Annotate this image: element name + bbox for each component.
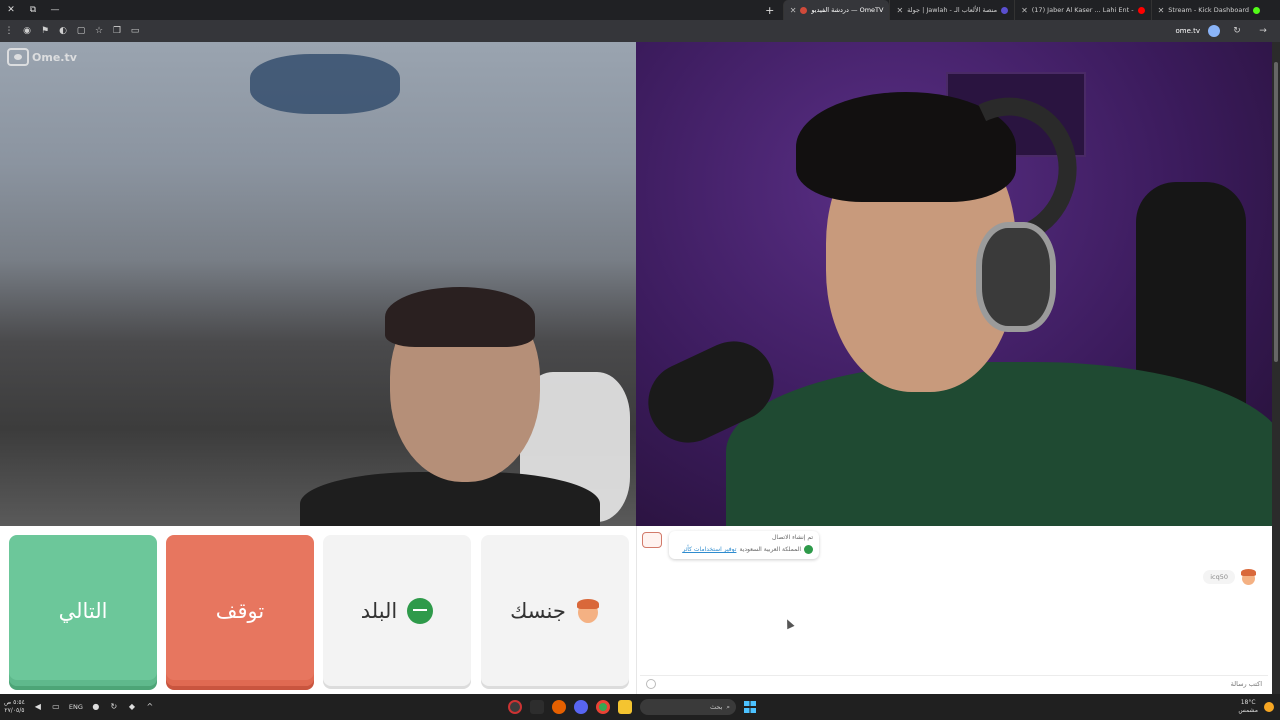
url-text[interactable]: ome.tv xyxy=(1175,27,1200,35)
extension-icon[interactable]: ⚑ xyxy=(36,26,54,36)
close-window-icon[interactable]: ✕ xyxy=(0,0,22,20)
weather-desc: مشمس xyxy=(1238,707,1258,714)
stranger-video: Ome.tv xyxy=(0,42,636,526)
tab-jawlah[interactable]: ✕ جولة | Jawlah - منصة الألعاب الـ xyxy=(889,0,1014,20)
country-label: البلد xyxy=(360,598,398,623)
reload-icon[interactable]: ↻ xyxy=(1228,26,1246,36)
tab-title: دردشة الفيديو — OmeTV xyxy=(811,6,884,14)
ometv-logo-icon xyxy=(7,48,29,66)
next-button[interactable]: التالي xyxy=(9,535,157,686)
video-background xyxy=(250,54,400,114)
taskbar-search[interactable]: بحث ⌕ xyxy=(640,699,736,715)
stop-button[interactable]: توقف xyxy=(166,535,314,686)
scrollbar-thumb[interactable] xyxy=(1274,62,1278,362)
clock-date: ٢٧/٠٥/٥ xyxy=(4,707,25,714)
tab-list: + ✕ دردشة الفيديو — OmeTV ✕ جولة | Jawla… xyxy=(761,0,1266,20)
taskbar-app-icon[interactable] xyxy=(530,700,544,714)
new-tab-button[interactable]: + xyxy=(761,4,779,17)
network-icon[interactable]: ▭ xyxy=(51,702,61,712)
tab-ometv[interactable]: ✕ دردشة الفيديو — OmeTV xyxy=(782,0,890,20)
chat-panel: تم إنشاء الاتصال توفير استخدامات كأثر ال… xyxy=(636,526,1272,694)
stranger-username: icq50 xyxy=(1203,570,1235,584)
tab-favicon-icon xyxy=(800,6,808,14)
clock-time: ٥:٥٤ ص xyxy=(4,699,25,706)
next-label: التالي xyxy=(58,598,108,623)
address-bar: ⋮ ◉ ⚑ ◐ ▢ ☆ ❐ ▭ ome.tv ↻ → xyxy=(0,20,1280,42)
volume-icon[interactable]: ◀ xyxy=(33,702,43,712)
country-button[interactable]: البلد xyxy=(323,535,471,686)
menu-dots-icon[interactable]: ⋮ xyxy=(0,26,18,36)
firefox-app-icon[interactable] xyxy=(552,700,566,714)
chevron-up-icon[interactable]: ^ xyxy=(145,702,155,712)
tab-favicon-icon xyxy=(1001,6,1009,14)
file-explorer-icon[interactable] xyxy=(618,700,632,714)
windows-start-icon[interactable] xyxy=(744,701,756,713)
discord-app-icon[interactable] xyxy=(574,700,588,714)
site-info-icon[interactable] xyxy=(1208,25,1220,37)
forward-arrow-icon[interactable]: → xyxy=(1254,26,1272,36)
emoji-icon[interactable] xyxy=(646,678,656,689)
extensions-puzzle-icon[interactable]: ▢ xyxy=(72,26,90,36)
ometv-logo: Ome.tv xyxy=(7,48,77,66)
taskbar-clock[interactable]: ٥:٥٤ ص ٢٧/٠٥/٥ xyxy=(4,699,25,715)
close-tab-icon[interactable]: ✕ xyxy=(790,6,797,15)
close-tab-icon[interactable]: ✕ xyxy=(896,6,903,15)
obs-app-icon[interactable] xyxy=(508,700,522,714)
male-face-icon xyxy=(1241,569,1256,585)
bookmark-star-icon[interactable]: ☆ xyxy=(90,26,108,36)
headphones xyxy=(976,222,1056,332)
saudi-flag-icon xyxy=(407,597,434,624)
tab-youtube[interactable]: ✕ (17) Jaber Al Kaser ... Lahi Ent - xyxy=(1014,0,1151,20)
chrome-app-icon[interactable] xyxy=(596,700,610,714)
message-input[interactable] xyxy=(702,679,1262,688)
system-message: تم إنشاء الاتصال توفير استخدامات كأثر ال… xyxy=(669,531,819,559)
gender-label: جنسك xyxy=(510,598,566,623)
tab-title: Stream - Kick Dashboard xyxy=(1168,6,1249,14)
close-tab-icon[interactable]: ✕ xyxy=(1158,6,1165,15)
stranger-person xyxy=(385,287,535,347)
chat-input-bar xyxy=(640,675,1268,691)
ometv-avatar-icon xyxy=(642,532,662,548)
controls-row: التالي توقف البلد جنسك xyxy=(0,526,636,694)
system-message-link[interactable]: توفير استخدامات كأثر xyxy=(682,546,736,553)
search-placeholder: بحث xyxy=(709,703,723,711)
male-face-icon xyxy=(576,598,600,624)
saudi-flag-icon xyxy=(804,545,813,554)
stop-label: توقف xyxy=(215,598,265,623)
stranger-info: icq50 xyxy=(1203,569,1256,585)
tab-favicon-icon xyxy=(1253,6,1260,14)
close-tab-icon[interactable]: ✕ xyxy=(1021,6,1028,15)
extension-icon[interactable]: ◐ xyxy=(54,26,72,36)
language-indicator[interactable]: ENG xyxy=(69,703,83,711)
logo-text: Ome.tv xyxy=(32,50,77,64)
system-message-country: المملكة العربية السعودية xyxy=(739,546,801,553)
windows-taskbar: ٥:٥٤ ص ٢٧/٠٥/٥ ◀ ▭ ENG ● ↻ ◆ ^ بحث ⌕ 18°… xyxy=(0,694,1280,720)
weather-widget[interactable]: 18°C مشمس xyxy=(1238,699,1258,715)
browser-tab-strip: ✕ ⧉ — + ✕ دردشة الفيديو — OmeTV ✕ جولة |… xyxy=(0,0,1280,20)
sun-icon xyxy=(1264,702,1274,712)
streamer-person xyxy=(726,362,1272,526)
tab-kick-dashboard[interactable]: ✕ Stream - Kick Dashboard xyxy=(1150,0,1266,20)
mouse-cursor-icon xyxy=(783,617,795,630)
search-icon: ⌕ xyxy=(726,702,730,711)
page-scrollbar[interactable] xyxy=(1272,42,1280,694)
gender-button[interactable]: جنسك xyxy=(481,535,629,686)
restore-window-icon[interactable]: ⧉ xyxy=(22,0,44,20)
extension-icon[interactable]: ◉ xyxy=(18,26,36,36)
ometv-page: Ome.tv التالي توقف البلد جنسك تم إنشاء ا xyxy=(0,42,1272,694)
weather-temp: 18°C xyxy=(1240,699,1256,706)
copy-icon[interactable]: ❐ xyxy=(108,26,126,36)
minimize-window-icon[interactable]: — xyxy=(44,0,66,20)
system-message-title: تم إنشاء الاتصال xyxy=(772,534,813,541)
tray-app-icon[interactable]: ◆ xyxy=(127,702,137,712)
tab-favicon-icon xyxy=(1137,6,1145,14)
cast-icon[interactable]: ▭ xyxy=(126,26,144,36)
tab-title: (17) Jaber Al Kaser ... Lahi Ent - xyxy=(1031,6,1134,14)
self-video xyxy=(636,42,1272,526)
tab-title: جولة | Jawlah - منصة الألعاب الـ xyxy=(907,6,998,14)
sync-icon[interactable]: ↻ xyxy=(109,702,119,712)
microphone-icon[interactable]: ● xyxy=(91,702,101,712)
